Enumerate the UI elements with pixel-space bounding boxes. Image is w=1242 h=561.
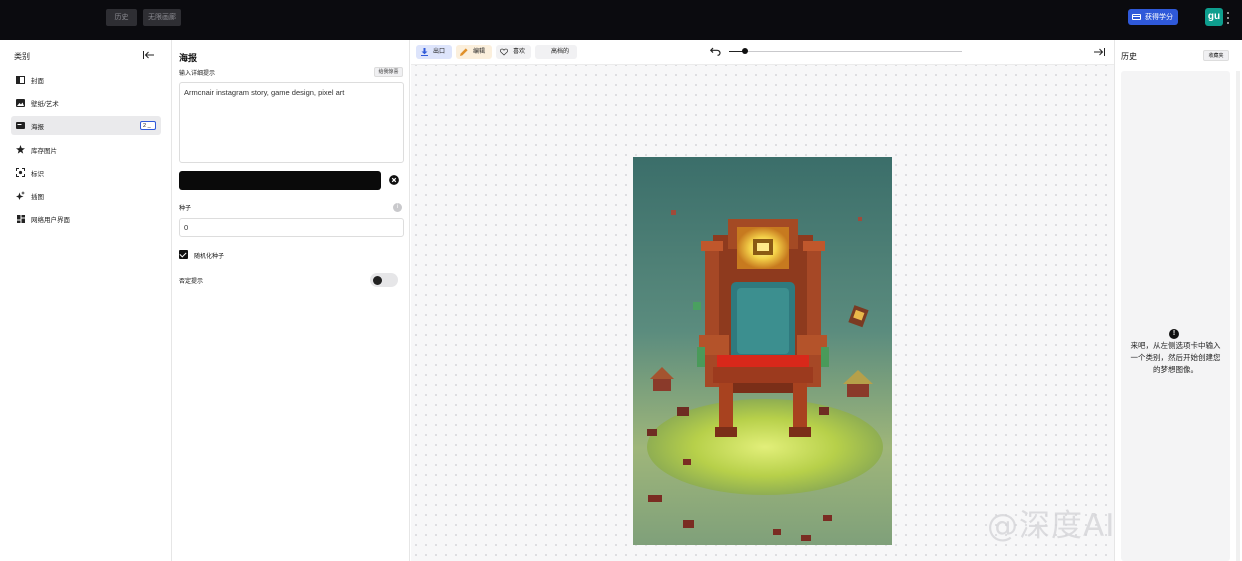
- generate-button[interactable]: [179, 171, 381, 190]
- more-menu-icon[interactable]: [1226, 12, 1230, 24]
- export-button[interactable]: 出口: [416, 45, 452, 59]
- prompt-label: 输入详细提示: [179, 71, 216, 77]
- get-credits-button[interactable]: 获得学分: [1128, 9, 1178, 25]
- negative-prompt-toggle[interactable]: [370, 273, 398, 287]
- editor-title: 海报: [179, 53, 198, 63]
- collapse-sidebar-icon[interactable]: [143, 51, 154, 59]
- undo-icon[interactable]: [710, 47, 721, 56]
- star-icon: [16, 145, 25, 154]
- history-list: ! 来吧，从左侧选项卡中输入一个类别，然后开始创建您的梦想图像。: [1121, 71, 1230, 561]
- randomize-seed-label: 随机化种子: [194, 254, 225, 260]
- category-panel-title: 类别: [14, 52, 30, 61]
- zoom-slider[interactable]: [729, 48, 962, 54]
- canvas-toolbar: 出口 编辑 喜欢 高档的: [411, 40, 1114, 65]
- get-credits-label: 获得学分: [1145, 14, 1173, 21]
- favorites-button[interactable]: 收藏夹: [1203, 50, 1229, 61]
- image-icon: [16, 98, 25, 107]
- category-label-illustration: 插图: [31, 193, 44, 201]
- category-label-web-ui: 网络用户界面: [31, 216, 70, 224]
- category-label-wallpaper: 壁纸/艺术: [31, 100, 59, 108]
- edit-label: 编辑: [473, 49, 486, 55]
- history-panel: 历史 收藏夹 ! 来吧，从左侧选项卡中输入一个类别，然后开始创建您的梦想图像。: [1114, 40, 1242, 561]
- category-label-logo: 标识: [31, 170, 44, 178]
- category-panel: 类别 封面 壁纸/艺术 海报 2 _ 库存图片 标识 插图 网络用户界面: [0, 40, 172, 561]
- category-item-web-ui[interactable]: 网络用户界面: [11, 209, 161, 228]
- randomize-seed-checkbox[interactable]: [179, 250, 188, 259]
- credit-card-icon: [1132, 14, 1141, 20]
- negative-prompt-label: 否定提示: [179, 279, 204, 285]
- category-count-badge: 2 _: [140, 121, 156, 130]
- upscale-button[interactable]: 高档的: [535, 45, 577, 59]
- prompt-textarea[interactable]: Armcnair instagram story, game design, p…: [179, 82, 404, 163]
- category-item-cover[interactable]: 封面: [11, 70, 161, 89]
- category-label-poster: 海报: [31, 123, 44, 131]
- surprise-me-button[interactable]: 给我惊喜: [374, 67, 403, 77]
- pencil-icon: [460, 48, 468, 56]
- category-label-cover: 封面: [31, 77, 44, 85]
- poster-icon: [16, 121, 25, 130]
- category-item-illustration[interactable]: 插图: [11, 186, 161, 205]
- category-label-stock-photos: 库存图片: [31, 147, 57, 155]
- gallery-nav-button[interactable]: 无限画廊: [143, 9, 181, 26]
- alert-icon: !: [1169, 329, 1179, 339]
- history-scrollbar[interactable]: [1236, 71, 1240, 561]
- user-avatar[interactable]: gu: [1205, 8, 1223, 26]
- zoom-slider-thumb[interactable]: [742, 48, 749, 54]
- heart-icon: [500, 48, 508, 56]
- history-title: 历史: [1121, 52, 1137, 61]
- history-empty-message: 来吧，从左侧选项卡中输入一个类别，然后开始创建您的梦想图像。: [1130, 341, 1221, 374]
- logo-icon: [16, 168, 25, 177]
- download-icon: [420, 48, 428, 56]
- edit-button[interactable]: 编辑: [456, 45, 492, 59]
- generated-poster-image[interactable]: [633, 157, 892, 545]
- seed-input[interactable]: [179, 218, 404, 237]
- upscale-label: 高档的: [551, 49, 570, 55]
- sparkle-icon: [16, 191, 25, 200]
- image-canvas: 出口 编辑 喜欢 高档的 @深度AI|赋能: [411, 40, 1190, 561]
- grid-icon: [16, 214, 25, 223]
- info-icon[interactable]: i: [393, 203, 402, 212]
- seed-label: 种子: [179, 206, 192, 212]
- category-item-poster[interactable]: 海报 2 _: [11, 116, 161, 135]
- category-item-logo[interactable]: 标识: [11, 163, 161, 182]
- like-button[interactable]: 喜欢: [496, 45, 531, 59]
- category-item-stock-photos[interactable]: 库存图片: [11, 140, 161, 159]
- history-nav-button[interactable]: 历史: [106, 9, 137, 26]
- like-label: 喜欢: [513, 49, 526, 55]
- top-bar: 历史 无限画廊 获得学分 gu: [0, 0, 1242, 40]
- category-item-wallpaper[interactable]: 壁纸/艺术: [11, 93, 161, 112]
- collapse-history-icon[interactable]: [1094, 48, 1105, 56]
- export-label: 出口: [433, 49, 446, 55]
- prompt-editor-panel: 海报 输入详细提示 给我惊喜 Armcnair instagram story,…: [173, 40, 410, 561]
- clear-prompt-icon[interactable]: [389, 175, 399, 185]
- cover-icon: [16, 75, 25, 84]
